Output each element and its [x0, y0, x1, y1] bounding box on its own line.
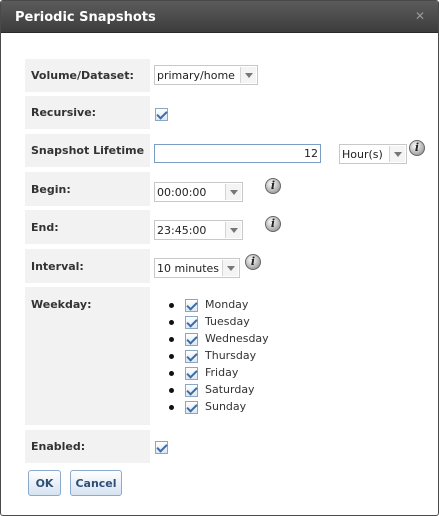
recursive-label: Recursive:	[25, 96, 150, 129]
list-item: Saturday	[169, 382, 289, 399]
interval-label: Interval:	[25, 249, 150, 283]
sunday-checkbox[interactable]	[185, 401, 198, 414]
lifetime-label: Snapshot Lifetime	[25, 134, 150, 167]
bullet	[169, 371, 174, 376]
periodic-snapshots-dialog: Periodic Snapshots ✕ Volume/Dataset: pri…	[0, 0, 439, 516]
weekday-friday-label: Friday	[205, 366, 239, 379]
volume-label: Volume/Dataset:	[25, 59, 150, 92]
weekday-label: Weekday:	[25, 287, 150, 425]
end-select-value: 23:45:00	[157, 224, 207, 237]
end-label: End:	[25, 210, 150, 244]
chevron-down-icon[interactable]	[225, 184, 241, 200]
monday-checkbox[interactable]	[185, 299, 198, 312]
end-select[interactable]: 23:45:00	[154, 220, 243, 240]
list-item: Tuesday	[169, 314, 289, 331]
list-item: Monday	[169, 297, 289, 314]
begin-select[interactable]: 00:00:00	[154, 182, 243, 202]
chevron-down-icon[interactable]	[225, 222, 241, 238]
wednesday-checkbox[interactable]	[185, 333, 198, 346]
bullet	[169, 337, 174, 342]
recursive-checkbox[interactable]	[155, 108, 168, 121]
volume-select[interactable]: primary/home	[154, 65, 258, 85]
info-icon[interactable]: i	[265, 216, 281, 232]
bullet	[169, 388, 174, 393]
tuesday-checkbox[interactable]	[185, 316, 198, 329]
bullet	[169, 303, 174, 308]
cancel-button[interactable]: Cancel	[70, 470, 122, 496]
info-icon[interactable]: i	[265, 178, 281, 194]
lifetime-unit-select[interactable]: Hour(s)	[339, 144, 407, 164]
lifetime-unit-value: Hour(s)	[342, 148, 383, 161]
saturday-checkbox[interactable]	[185, 384, 198, 397]
chevron-down-icon[interactable]	[222, 260, 238, 276]
weekday-list: Monday Tuesday Wednesday Thursday Friday…	[169, 297, 289, 416]
dialog-title: Periodic Snapshots	[15, 10, 156, 25]
begin-select-value: 00:00:00	[157, 186, 207, 199]
chevron-down-icon[interactable]	[389, 146, 405, 162]
begin-label: Begin:	[25, 172, 150, 206]
friday-checkbox[interactable]	[185, 367, 198, 380]
bullet	[169, 320, 174, 325]
list-item: Wednesday	[169, 331, 289, 348]
info-icon[interactable]: i	[409, 140, 425, 156]
enabled-label: Enabled:	[25, 430, 150, 463]
weekday-monday-label: Monday	[205, 298, 249, 311]
interval-select[interactable]: 10 minutes	[154, 258, 240, 278]
bullet	[169, 354, 174, 359]
enabled-checkbox[interactable]	[155, 441, 168, 454]
weekday-thursday-label: Thursday	[205, 349, 257, 362]
dialog-titlebar: Periodic Snapshots ✕	[1, 1, 438, 33]
lifetime-input[interactable]: 12	[154, 144, 321, 163]
ok-button[interactable]: OK	[28, 470, 61, 496]
weekday-saturday-label: Saturday	[205, 383, 255, 396]
weekday-sunday-label: Sunday	[205, 400, 247, 413]
volume-select-value: primary/home	[157, 69, 235, 82]
info-icon[interactable]: i	[245, 254, 261, 270]
weekday-wednesday-label: Wednesday	[205, 332, 269, 345]
thursday-checkbox[interactable]	[185, 350, 198, 363]
weekday-tuesday-label: Tuesday	[205, 315, 250, 328]
list-item: Sunday	[169, 399, 289, 416]
chevron-down-icon[interactable]	[240, 67, 256, 83]
list-item: Friday	[169, 365, 289, 382]
interval-select-value: 10 minutes	[157, 262, 220, 275]
bullet	[169, 405, 174, 410]
close-icon[interactable]: ✕	[414, 10, 426, 22]
list-item: Thursday	[169, 348, 289, 365]
